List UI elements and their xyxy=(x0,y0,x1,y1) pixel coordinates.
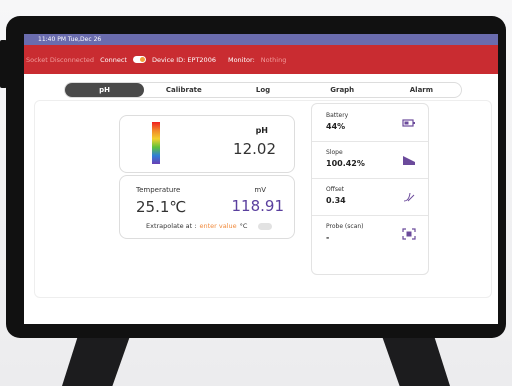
slope-row: Slope 100.42% xyxy=(312,141,428,179)
offset-value: 0.34 xyxy=(326,196,346,205)
temperature-label: Temperature xyxy=(136,186,181,194)
monitor-label: Monitor: xyxy=(227,55,255,64)
ph-value: 12.02 xyxy=(233,140,276,158)
content-panel: pH 12.02 Temperature mV 25.1℃ 118.91 Ext… xyxy=(34,100,492,298)
probe-row: Probe (scan) - xyxy=(312,215,428,252)
status-bar: 11:40 PM Tue,Dec 26 xyxy=(24,34,498,45)
mv-label: mV xyxy=(254,186,266,194)
device-id: Device ID: EPT2006 xyxy=(151,55,216,64)
tab-log[interactable]: Log xyxy=(223,83,302,97)
battery-value: 44% xyxy=(326,122,346,131)
ph-label: pH xyxy=(255,126,268,135)
scan-icon[interactable] xyxy=(402,228,416,240)
temperature-value: 25.1℃ xyxy=(136,198,187,216)
mv-value: 118.91 xyxy=(231,197,285,215)
tab-graph[interactable]: Graph xyxy=(303,83,382,97)
monitor-value: Nothing xyxy=(260,55,287,64)
extrapolate-toggle[interactable] xyxy=(258,222,273,230)
offset-icon xyxy=(403,192,415,202)
tab-bar: pH Calibrate Log Graph Alarm xyxy=(64,82,462,98)
status-time: 11:40 PM Tue,Dec 26 xyxy=(38,36,102,43)
slope-value: 100.42% xyxy=(326,159,365,168)
slope-label: Slope xyxy=(326,149,343,156)
tab-ph[interactable]: pH xyxy=(65,83,145,97)
battery-row: Battery 44% xyxy=(312,104,428,142)
connect-label: Connect xyxy=(100,55,127,64)
socket-status: Socket Disconnected xyxy=(26,55,95,64)
extrapolate-input[interactable]: enter value xyxy=(199,222,236,230)
ph-color-scale xyxy=(152,122,160,164)
app-bar: Socket Disconnected Connect Device ID: E… xyxy=(24,45,498,74)
probe-value: - xyxy=(326,233,330,242)
extrapolate-unit: °C xyxy=(239,222,248,230)
probe-label: Probe (scan) xyxy=(326,223,364,230)
connect-toggle[interactable] xyxy=(132,56,146,63)
extrapolate-label: Extrapolate at : xyxy=(146,222,197,230)
screen: 11:40 PM Tue,Dec 26 Socket Disconnected … xyxy=(24,34,498,324)
tab-calibrate[interactable]: Calibrate xyxy=(144,83,223,97)
offset-row: Offset 0.34 xyxy=(312,178,428,216)
temperature-card: Temperature mV 25.1℃ 118.91 Extrapolate … xyxy=(119,175,295,239)
battery-icon xyxy=(402,119,415,127)
extrapolate-row: Extrapolate at : enter value °C xyxy=(146,222,273,230)
slope-icon xyxy=(403,156,415,165)
info-panel: Battery 44% Slope 100.42% Offset 0.34 Pr… xyxy=(311,103,429,275)
battery-label: Battery xyxy=(326,112,349,119)
tab-alarm[interactable]: Alarm xyxy=(382,83,461,97)
ph-card: pH 12.02 xyxy=(119,115,295,173)
offset-label: Offset xyxy=(326,186,345,193)
